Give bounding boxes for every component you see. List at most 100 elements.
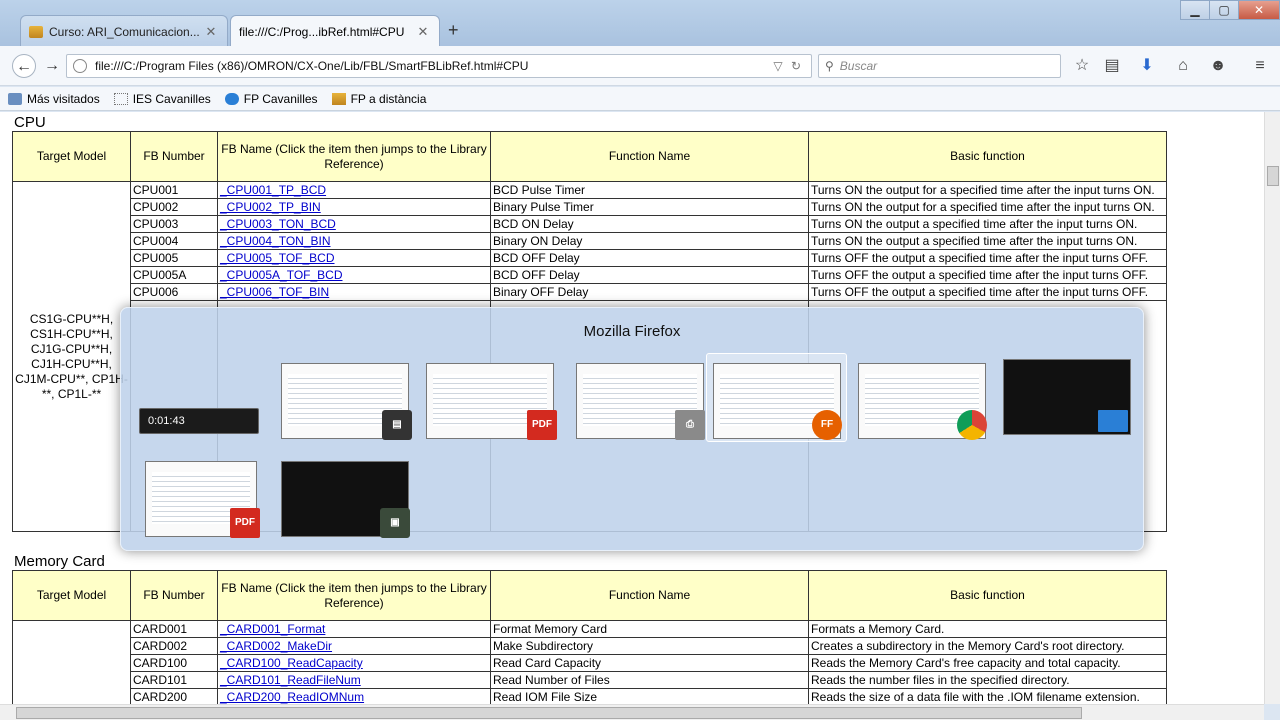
reload-icon[interactable]: ↻ [787, 59, 805, 73]
table-row: CARD001 _CARD001_Format Format Memory Ca… [12, 620, 1167, 704]
fb-name-cell: _CPU005A_TOF_BCD [217, 266, 491, 284]
window-thumb-pdf-2[interactable]: PDF [145, 461, 260, 538]
menu-icon[interactable]: ≡ [1249, 56, 1271, 76]
fb-number-cell: CPU005A [130, 266, 218, 284]
minimize-button[interactable]: ▁ [1180, 0, 1210, 20]
fb-name-link[interactable]: _CPU001_TP_BCD [220, 183, 326, 197]
window-thumb-cx-programmer[interactable]: ▤ [281, 363, 412, 440]
vertical-scrollbar[interactable] [1264, 112, 1280, 704]
fb-name-cell: _CARD002_MakeDir [217, 637, 491, 655]
switcher-title: Mozilla Firefox [583, 323, 681, 340]
fb-number-cell: CPU001 [130, 181, 218, 199]
header-fb-name: FB Name (Click the item then jumps to th… [217, 570, 491, 621]
function-name-cell: Binary ON Delay [490, 232, 809, 250]
table-row: CPU002 _CPU002_TP_BIN Binary Pulse Timer… [13, 198, 1167, 216]
forward-button[interactable]: → [40, 54, 64, 78]
function-name-cell: BCD ON Delay [490, 215, 809, 233]
table-row: CARD101 _CARD101_ReadFileNum Read Number… [13, 671, 1167, 689]
url-bar[interactable]: file:///C:/Program Files (x86)/OMRON/CX-… [66, 54, 812, 78]
reading-list-icon[interactable]: ▤ [1101, 56, 1123, 76]
fb-name-link[interactable]: _CARD002_MakeDir [220, 639, 332, 653]
fb-name-cell: _CARD001_Format [217, 620, 491, 638]
search-input[interactable]: ⚲ Buscar [818, 54, 1061, 78]
downloads-icon[interactable]: ⬇ [1136, 56, 1158, 76]
fb-name-cell: _CARD101_ReadFileNum [217, 671, 491, 689]
tab-label: Curso: ARI_Comunicacion... [49, 24, 200, 39]
header-basic-function: Basic function [808, 131, 1167, 182]
fb-name-link[interactable]: _CPU005A_TOF_BCD [220, 268, 343, 282]
table-row: CPU006 _CPU006_TOF_BIN Binary OFF Delay … [13, 283, 1167, 301]
cx-programmer-icon: ▤ [382, 410, 412, 440]
window-thumb-firefox[interactable]: FF [713, 363, 842, 440]
bookmark-fp-a-distancia[interactable]: FP a distància [331, 92, 426, 106]
fb-number-cell: CARD101 [130, 671, 218, 689]
home-icon[interactable]: ⌂ [1172, 56, 1194, 76]
history-dropdown-icon[interactable]: ▽ [769, 59, 787, 73]
fb-name-cell: _CPU006_TOF_BIN [217, 283, 491, 301]
chat-icon[interactable]: ☻ [1207, 56, 1229, 76]
bookmark-fp-cavanilles[interactable]: FP Cavanilles [224, 92, 318, 106]
fb-name-cell: _CPU004_TON_BIN [217, 232, 491, 250]
window-thumb-explorer[interactable]: ⎙ [576, 363, 705, 440]
fb-name-link[interactable]: _CARD200_ReadIOMNum [220, 690, 364, 704]
basic-function-cell: Turns ON the output a specified time aft… [808, 215, 1167, 233]
function-name-cell: BCD OFF Delay [490, 249, 809, 267]
fb-name-link[interactable]: _CPU005_TOF_BCD [220, 251, 335, 265]
bookmark-star-icon[interactable]: ☆ [1071, 56, 1093, 76]
fb-name-cell: _CPU001_TP_BCD [217, 181, 491, 199]
window-thumb-media-player[interactable]: 0:01:43 [139, 408, 259, 434]
basic-function-cell: Turns OFF the output a specified time af… [808, 249, 1167, 267]
fb-number-cell: CARD100 [130, 654, 218, 672]
fb-name-cell: _CPU002_TP_BIN [217, 198, 491, 216]
tab-label: file:///C:/Prog...ibRef.html#CPU [239, 24, 405, 39]
horizontal-scrollbar[interactable] [0, 704, 1264, 720]
scrollbar-thumb[interactable] [16, 707, 1082, 719]
tab-smartfblibref[interactable]: file:///C:/Prog...ibRef.html#CPU ✕ [230, 15, 440, 47]
fb-name-link[interactable]: _CPU004_TON_BIN [220, 234, 331, 248]
fb-number-cell: CPU003 [130, 215, 218, 233]
pdf-icon: PDF [230, 508, 260, 538]
table-row: CARD100 _CARD100_ReadCapacity Read Card … [13, 654, 1167, 672]
header-function-name: Function Name [490, 570, 809, 621]
function-name-cell: Binary OFF Delay [490, 283, 809, 301]
fb-name-link[interactable]: _CARD100_ReadCapacity [220, 656, 363, 670]
function-name-cell: Read Number of Files [490, 671, 809, 689]
moodle-icon [29, 25, 43, 38]
url-text[interactable]: file:///C:/Program Files (x86)/OMRON/CX-… [95, 59, 769, 73]
title-bar: Curso: ARI_Comunicacion... ✕ file:///C:/… [0, 0, 1280, 47]
search-icon: ⚲ [825, 59, 834, 73]
new-tab-button[interactable]: + [448, 20, 459, 41]
tab-curso[interactable]: Curso: ARI_Comunicacion... ✕ [20, 15, 228, 47]
window-thumb-terminal[interactable]: ▣ [281, 461, 410, 538]
close-tab-icon[interactable]: ✕ [415, 24, 431, 40]
terminal-icon: ▣ [380, 508, 410, 538]
bookmark-mas-visitados[interactable]: Más visitados [8, 92, 100, 106]
bookmarks-toolbar: Más visitados IES Cavanilles FP Cavanill… [0, 87, 1280, 111]
fb-number-cell: CARD001 [130, 620, 218, 638]
fb-number-cell: CARD002 [130, 637, 218, 655]
close-window-button[interactable]: ✕ [1238, 0, 1280, 20]
fb-name-link[interactable]: _CPU006_TOF_BIN [220, 285, 329, 299]
window-thumb-pdf-1[interactable]: PDF [426, 363, 557, 440]
fb-name-link[interactable]: _CARD001_Format [220, 622, 325, 636]
fb-name-link[interactable]: _CARD101_ReadFileNum [220, 673, 361, 687]
folder-icon [8, 92, 22, 105]
close-tab-icon[interactable]: ✕ [203, 24, 219, 40]
maximize-button[interactable]: ▢ [1209, 0, 1239, 20]
table-row: CPU005 _CPU005_TOF_BCD BCD OFF Delay Tur… [13, 249, 1167, 267]
function-name-cell: Read Card Capacity [490, 654, 809, 672]
table-row: CARD200 _CARD200_ReadIOMNum Read IOM Fil… [13, 688, 1167, 704]
window-switcher: Mozilla Firefox 0:01:43 ▤ PDF ⎙ FF PDF ▣ [120, 307, 1144, 551]
header-fb-number: FB Number [130, 131, 218, 182]
function-name-cell: Make Subdirectory [490, 637, 809, 655]
table-row: CPU005A _CPU005A_TOF_BCD BCD OFF Delay T… [13, 266, 1167, 284]
scrollbar-thumb[interactable] [1267, 166, 1279, 186]
bookmark-ies-cavanilles[interactable]: IES Cavanilles [113, 92, 211, 106]
fb-name-cell: _CPU003_TON_BCD [217, 215, 491, 233]
fb-name-link[interactable]: _CPU002_TP_BIN [220, 200, 321, 214]
back-button[interactable]: ← [12, 54, 36, 78]
window-thumb-chrome[interactable] [858, 363, 987, 440]
window-thumb-desktop[interactable] [1003, 359, 1131, 435]
cpu-section-title: CPU [14, 114, 46, 131]
fb-name-link[interactable]: _CPU003_TON_BCD [220, 217, 336, 231]
